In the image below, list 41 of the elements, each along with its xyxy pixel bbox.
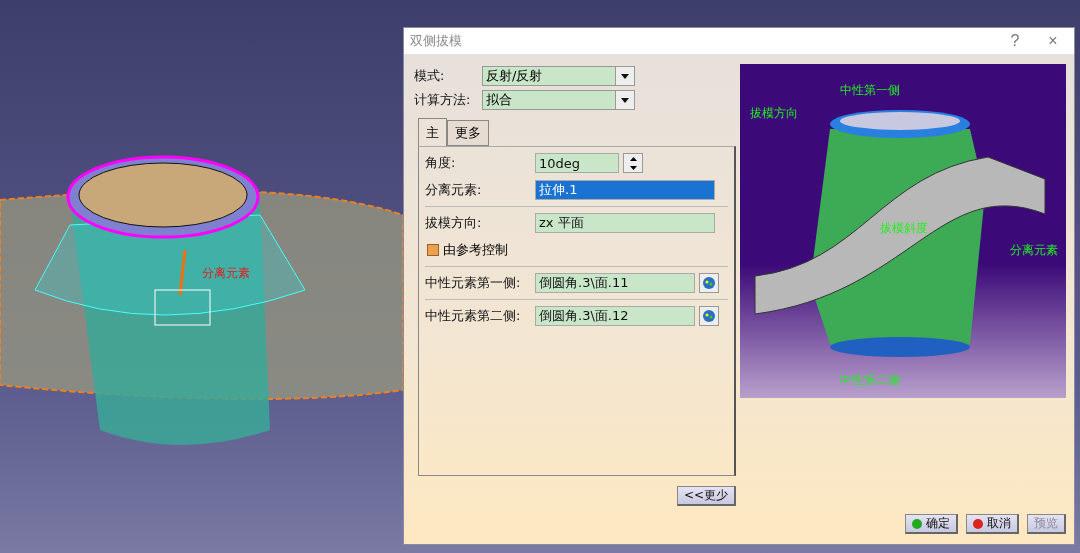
field-label: 分离元素: <box>425 181 483 199</box>
less-button[interactable]: <<更少 <box>676 486 736 506</box>
status-dot-icon <box>912 518 922 529</box>
selection-icon <box>702 309 716 323</box>
dropdown[interactable]: 拟合 <box>482 90 635 110</box>
callout-label: 中性第二侧 <box>840 373 900 387</box>
viewport-label: 分离元素 <box>202 266 250 280</box>
dropdown[interactable]: 反射/反射 <box>482 66 635 86</box>
field-label: 模式: <box>414 67 446 85</box>
callout-label: 中性第一侧 <box>840 83 900 97</box>
field-label: 拔模方向: <box>425 214 483 232</box>
checkbox[interactable] <box>427 244 439 256</box>
help-button[interactable]: ? <box>1000 32 1030 50</box>
dialog-button[interactable]: 确定 <box>905 514 958 534</box>
input-field[interactable]: 倒圆角.3\面.12 <box>535 306 695 326</box>
field-label: 中性元素第一侧: <box>425 274 522 292</box>
field-label: 计算方法: <box>414 91 472 109</box>
angle-field[interactable]: 10deg <box>535 153 619 173</box>
callout-label: 分离元素 <box>1010 243 1058 257</box>
field-label: 中性元素第二侧: <box>425 307 522 325</box>
status-dot-icon <box>973 518 983 529</box>
tab[interactable]: 更多 <box>447 120 489 146</box>
up-icon <box>629 156 637 161</box>
close-button[interactable]: × <box>1038 32 1068 50</box>
field-label: 角度: <box>425 154 457 172</box>
down-icon <box>629 165 637 170</box>
dialog-button[interactable]: 取消 <box>966 514 1019 534</box>
spin-buttons[interactable] <box>623 153 643 173</box>
caret-icon <box>621 73 629 79</box>
input-field[interactable]: zx 平面 <box>535 213 715 233</box>
callout-label: 拔模方向 <box>750 106 798 120</box>
tab[interactable]: 主 <box>418 118 447 146</box>
select-button[interactable] <box>699 306 719 326</box>
input-field[interactable]: 拉伸.1 <box>535 180 715 200</box>
select-button[interactable] <box>699 273 719 293</box>
callout-label: 拔模斜度 <box>880 221 928 235</box>
checkbox-label: 由参考控制 <box>443 241 508 259</box>
input-field[interactable]: 倒圆角.3\面.11 <box>535 273 695 293</box>
caret-icon <box>621 97 629 103</box>
dialog-title: 双侧拔模 <box>410 32 463 50</box>
selection-icon <box>702 276 716 290</box>
